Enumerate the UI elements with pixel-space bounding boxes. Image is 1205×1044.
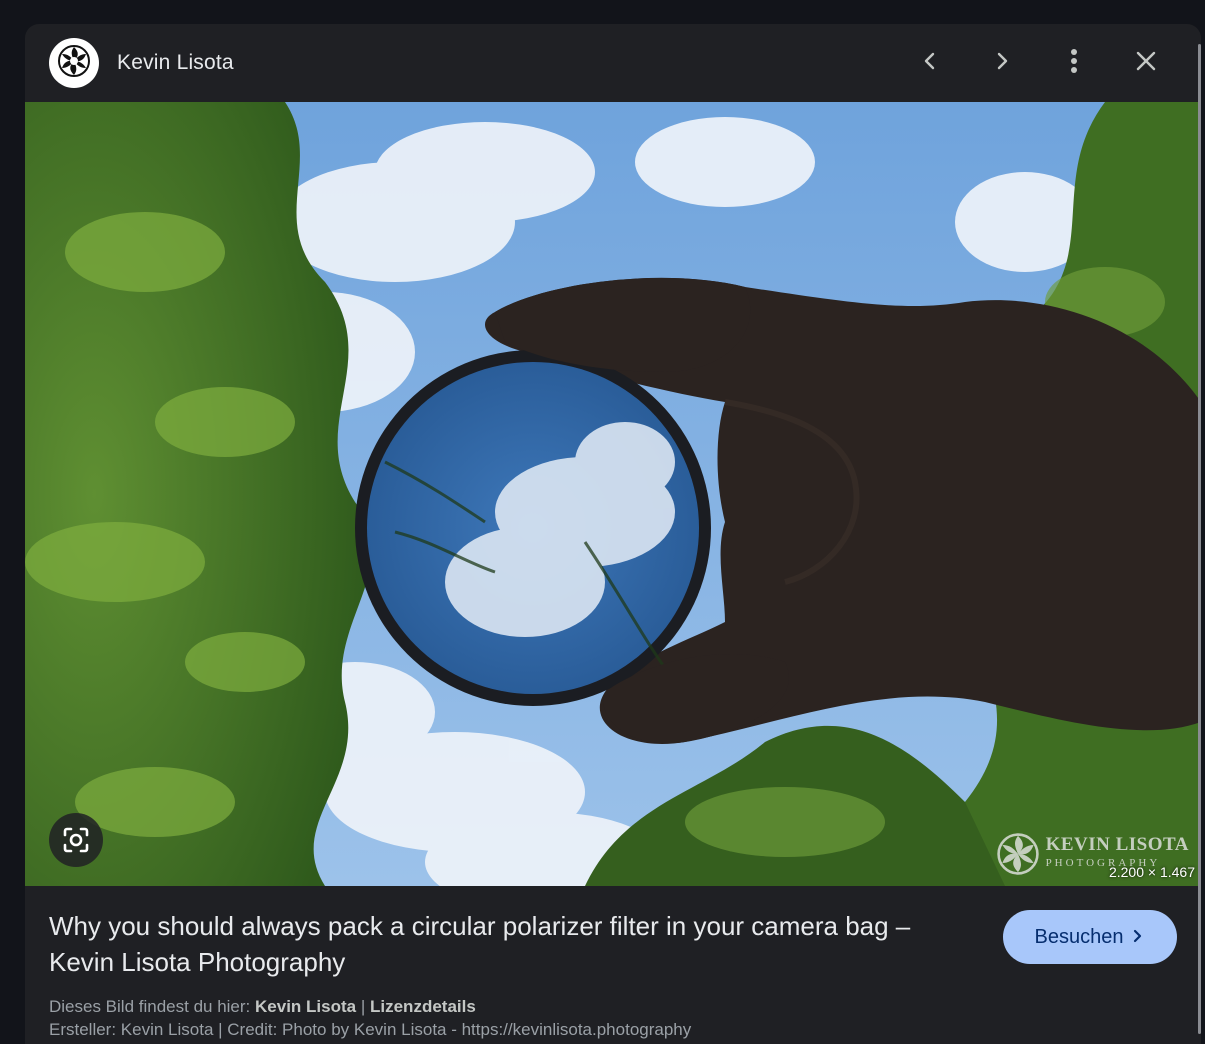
visit-button[interactable]: Besuchen (1003, 910, 1177, 964)
separator: | (360, 997, 366, 1016)
previous-button[interactable] (910, 43, 950, 83)
chevron-right-icon (1131, 926, 1145, 949)
image-viewer-panel: Kevin Lisota KEVIN LISOTA PHOTOGRAPHY 2.… (25, 24, 1201, 1044)
result-title[interactable]: Why you should always pack a circular po… (49, 908, 979, 980)
close-icon (1135, 50, 1157, 77)
image-source-line: Dieses Bild findest du hier: Kevin Lisot… (49, 996, 476, 1018)
source-prefix: Dieses Bild findest du hier: (49, 997, 251, 1016)
chevron-right-icon (992, 51, 1012, 76)
scrollbar[interactable] (1198, 44, 1201, 1034)
license-details-link[interactable]: Lizenzdetails (370, 997, 476, 1016)
viewer-header: Kevin Lisota (25, 24, 1201, 102)
more-options-button[interactable] (1054, 43, 1094, 83)
lens-search-button[interactable] (49, 813, 103, 867)
polarizer-photo (25, 102, 1201, 886)
chevron-left-icon (920, 51, 940, 76)
camera-lens-icon (61, 825, 91, 855)
watermark-aperture-icon (996, 832, 1040, 876)
credit-line: Ersteller: Kevin Lisota | Credit: Photo … (49, 1020, 692, 1039)
source-link[interactable]: Kevin Lisota (255, 997, 356, 1016)
watermark-line1: KEVIN LISOTA (1045, 834, 1189, 855)
next-button[interactable] (982, 43, 1022, 83)
aperture-logo-icon (57, 44, 91, 83)
preview-image[interactable]: KEVIN LISOTA PHOTOGRAPHY 2.200 × 1.467 (25, 102, 1201, 886)
visit-button-label: Besuchen (1034, 925, 1124, 948)
site-logo[interactable] (49, 38, 99, 88)
close-button[interactable] (1126, 43, 1166, 83)
image-dimensions: 2.200 × 1.467 (1108, 864, 1195, 880)
more-vert-icon (1070, 48, 1078, 79)
site-name[interactable]: Kevin Lisota (117, 51, 234, 75)
